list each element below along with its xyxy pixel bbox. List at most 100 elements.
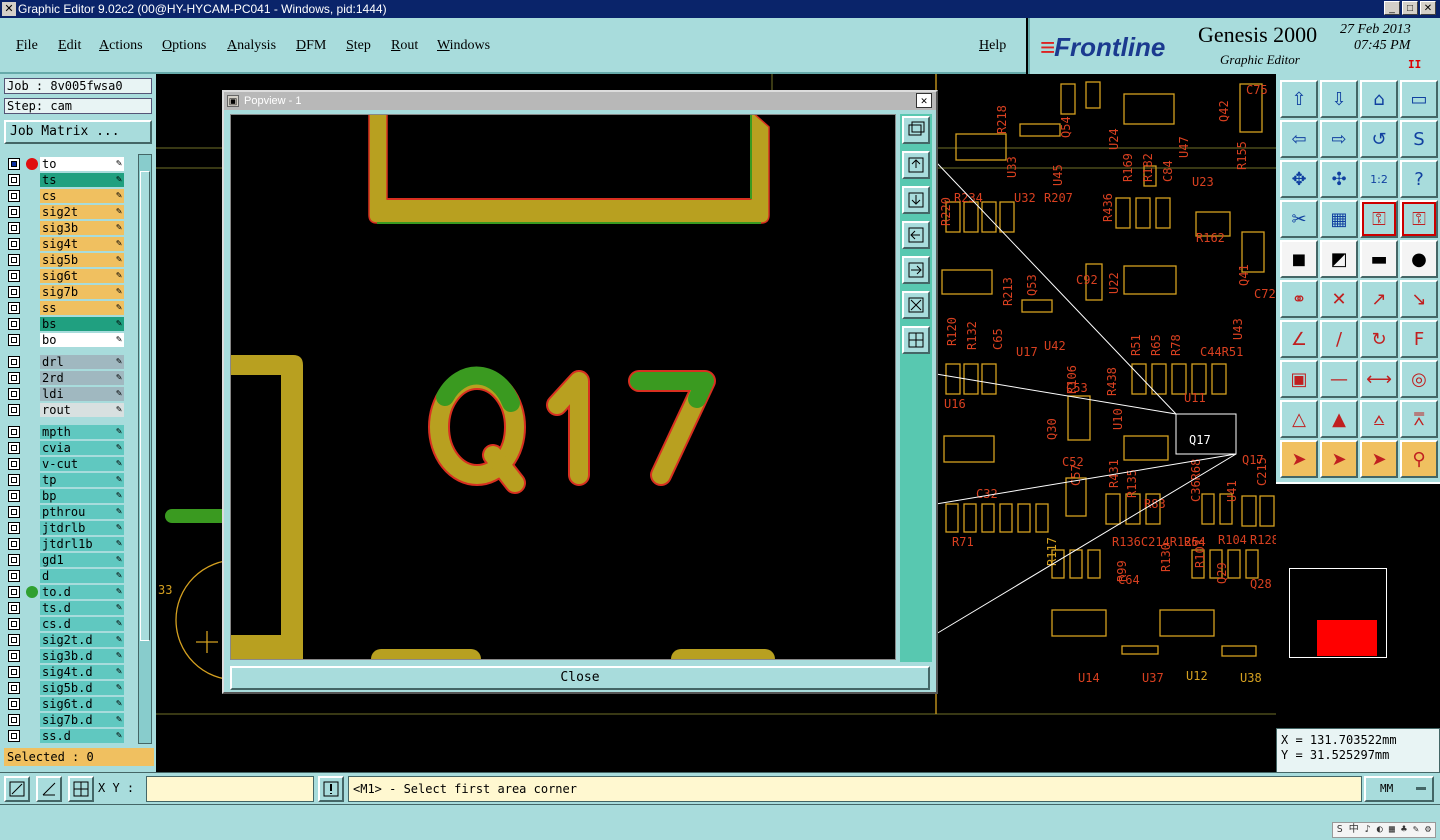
- layer-checkbox[interactable]: [8, 356, 20, 368]
- layer-row[interactable]: v-cut ✎: [6, 456, 124, 472]
- layer-checkbox[interactable]: [8, 372, 20, 384]
- resize-icon[interactable]: ⟷: [1360, 360, 1398, 398]
- layer-row[interactable]: sig6t.d ✎: [6, 696, 124, 712]
- layer-row[interactable]: cs.d ✎: [6, 616, 124, 632]
- layer-row[interactable]: ss.d ✎: [6, 728, 124, 744]
- layer-row[interactable]: sig7b ✎: [6, 284, 124, 300]
- layer-checkbox[interactable]: [8, 286, 20, 298]
- layer-name[interactable]: tp ✎: [40, 473, 124, 487]
- layer-checkbox[interactable]: [8, 682, 20, 694]
- layer-checkbox[interactable]: [8, 458, 20, 470]
- layer-name[interactable]: jtdrl1b ✎: [40, 537, 124, 551]
- layer-checkbox[interactable]: [8, 426, 20, 438]
- popview-canvas[interactable]: [230, 114, 896, 660]
- zoom-in-icon[interactable]: [902, 291, 930, 319]
- line-icon[interactable]: /: [1320, 320, 1358, 358]
- menu-rout[interactable]: Rout: [391, 38, 418, 54]
- layer-name[interactable]: sig7b ✎: [40, 285, 124, 299]
- rotate-icon[interactable]: ↺: [1360, 120, 1398, 158]
- minus-icon[interactable]: —: [1320, 360, 1358, 398]
- layer-row[interactable]: bp ✎: [6, 488, 124, 504]
- menu-step[interactable]: Step: [346, 38, 371, 54]
- pan-down-icon[interactable]: [902, 186, 930, 214]
- nets2-icon[interactable]: ⚿: [1400, 200, 1438, 238]
- layer-color-dot[interactable]: [26, 158, 38, 170]
- layer-row[interactable]: sig5b.d ✎: [6, 680, 124, 696]
- layer-checkbox[interactable]: [8, 602, 20, 614]
- layer-name[interactable]: pthrou ✎: [40, 505, 124, 519]
- select-line-icon[interactable]: ◩: [1320, 240, 1358, 278]
- layer-checkbox[interactable]: [8, 238, 20, 250]
- layer-row[interactable]: cvia ✎: [6, 440, 124, 456]
- measure-tool-icon[interactable]: ✂: [1280, 200, 1318, 238]
- xy-input[interactable]: [146, 776, 314, 802]
- layer-name[interactable]: sig5b ✎: [40, 253, 124, 267]
- layer-row[interactable]: sig2t.d ✎: [6, 632, 124, 648]
- grid-tool-icon[interactable]: ▦: [1320, 200, 1358, 238]
- pause-icon[interactable]: II: [1408, 58, 1421, 71]
- layer-checkbox[interactable]: [8, 388, 20, 400]
- layer-row[interactable]: pthrou ✎: [6, 504, 124, 520]
- add-line-icon[interactable]: ↗: [1360, 280, 1398, 318]
- layer-checkbox[interactable]: [8, 586, 20, 598]
- arc-icon[interactable]: ↻: [1360, 320, 1398, 358]
- layer-row[interactable]: sig6t ✎: [6, 268, 124, 284]
- layer-checkbox[interactable]: [8, 318, 20, 330]
- layer-name[interactable]: bp ✎: [40, 489, 124, 503]
- layer-row[interactable]: d ✎: [6, 568, 124, 584]
- layer-name[interactable]: sig5b.d ✎: [40, 681, 124, 695]
- layer-name[interactable]: sig2t.d ✎: [40, 633, 124, 647]
- layer-checkbox[interactable]: [8, 158, 20, 170]
- layer-color-dot[interactable]: [26, 586, 38, 598]
- alert-icon[interactable]: [318, 776, 344, 802]
- layer-checkbox[interactable]: [8, 698, 20, 710]
- layer-name[interactable]: ss ✎: [40, 301, 124, 315]
- layer-row[interactable]: sig7b.d ✎: [6, 712, 124, 728]
- zoom-out-icon[interactable]: [902, 326, 930, 354]
- layer-row[interactable]: bs ✎: [6, 316, 124, 332]
- snap-icon[interactable]: [4, 776, 30, 802]
- layer-row[interactable]: cs ✎: [6, 188, 124, 204]
- triangle3-icon[interactable]: ⩟: [1360, 400, 1398, 438]
- layer-row[interactable]: rout ✎: [6, 402, 124, 418]
- layer-name[interactable]: sig6t ✎: [40, 269, 124, 283]
- connect-icon[interactable]: ⚭: [1280, 280, 1318, 318]
- layer-checkbox[interactable]: [8, 554, 20, 566]
- popview-zoom-view[interactable]: [231, 115, 896, 660]
- menu-help[interactable]: Help: [979, 38, 1006, 54]
- layer-name[interactable]: jtdrlb ✎: [40, 521, 124, 535]
- measure-icon[interactable]: [36, 776, 62, 802]
- maximize-button[interactable]: □: [1402, 1, 1418, 15]
- layer-checkbox[interactable]: [8, 302, 20, 314]
- menu-options[interactable]: Options: [162, 38, 206, 54]
- help-icon[interactable]: ?: [1400, 160, 1438, 198]
- layer-name[interactable]: d ✎: [40, 569, 124, 583]
- layer-checkbox[interactable]: [8, 730, 20, 742]
- layer-name[interactable]: to.d ✎: [40, 585, 124, 599]
- layer-row[interactable]: ldi ✎: [6, 386, 124, 402]
- net-select-icon[interactable]: ⚲: [1400, 440, 1438, 478]
- overview-viewport[interactable]: [1317, 620, 1377, 656]
- layer-name[interactable]: ss.d ✎: [40, 729, 124, 743]
- layer-checkbox[interactable]: [8, 714, 20, 726]
- layer-name[interactable]: cvia ✎: [40, 441, 124, 455]
- close-window-button[interactable]: ✕: [1420, 1, 1436, 15]
- layer-row[interactable]: sig4t.d ✎: [6, 664, 124, 680]
- layer-scrollbar[interactable]: [138, 154, 152, 744]
- layer-row[interactable]: jtdrl1b ✎: [6, 536, 124, 552]
- layer-row[interactable]: to.d ✎: [6, 584, 124, 600]
- circle-icon[interactable]: ●: [1400, 240, 1438, 278]
- menu-dfm[interactable]: DFM: [296, 38, 326, 54]
- popview-tool-1-icon[interactable]: [902, 116, 930, 144]
- layer-name[interactable]: sig2t ✎: [40, 205, 124, 219]
- popview-close-button[interactable]: Close: [230, 666, 930, 690]
- layer-name[interactable]: cs ✎: [40, 189, 124, 203]
- layer-name[interactable]: sig4t ✎: [40, 237, 124, 251]
- open-icon[interactable]: ⇧: [1280, 80, 1318, 118]
- layer-row[interactable]: gd1 ✎: [6, 552, 124, 568]
- layer-checkbox[interactable]: [8, 506, 20, 518]
- fit-icon[interactable]: ✥: [1280, 160, 1318, 198]
- layer-name[interactable]: drl ✎: [40, 355, 124, 369]
- scale-1-2-icon[interactable]: 1:2: [1360, 160, 1398, 198]
- layer-checkbox[interactable]: [8, 442, 20, 454]
